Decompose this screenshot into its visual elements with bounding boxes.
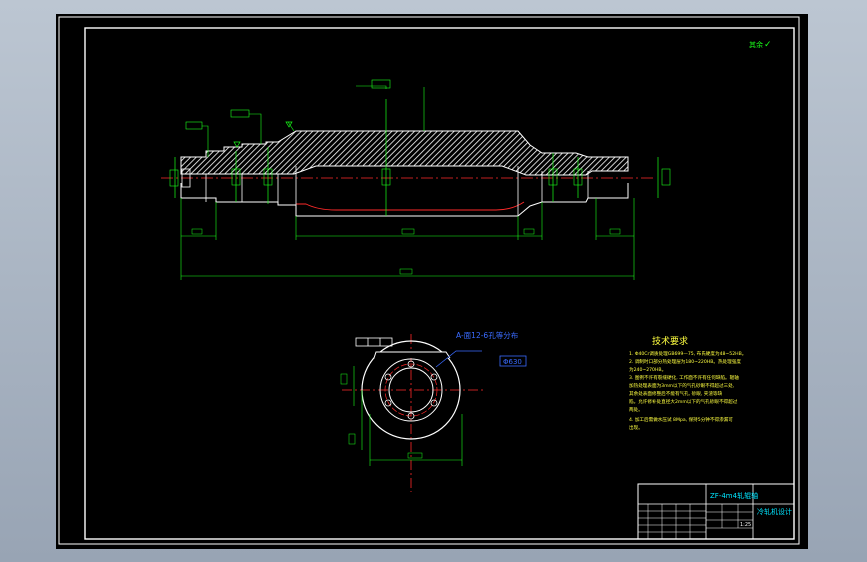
shaft-view [161,79,671,280]
tech-title: 技术要求 [652,335,688,347]
scale-value: 1:25 [740,522,751,528]
tech-line-3: 为240~270HB。 [629,366,666,373]
tech-line-1: 1. Φ40Cr调质处理GB699—75, 布氏硬度为48~52HB。 [629,350,746,357]
shaft-section-hatch [180,130,629,176]
part-name: ZF-4m4轧辊轴 [710,491,758,500]
cad-viewport[interactable]: 其余 ✓ A-面12-6孔等分布 Φ630 技术要求 1. Φ40Cr调质处理G… [56,14,808,549]
tech-line-5: 加热处理表面为3mm以下的气孔砂眼不得超过三处, [629,382,735,389]
roughness-symbol: ✓ [764,40,772,50]
tech-requirements: 技术要求 1. Φ40Cr调质处理GB699—75, 布氏硬度为48~52HB。… [629,335,746,431]
cad-drawing: 其余 ✓ A-面12-6孔等分布 Φ630 技术要求 1. Φ40Cr调质处理G… [58,16,800,545]
tech-line-2: 2. 调制时口部分热处理层为180~220HB。热处理强度 [629,358,741,365]
bore-curve [296,201,525,211]
outer-frame [58,16,800,545]
tech-line-9: 4. 加工后需做水压试 8Mpa, 保持5分钟不得渗漏可 [629,416,733,423]
drawing-name: 冷轧机设计 [757,507,792,516]
tech-line-10: 出现。 [629,424,643,431]
tech-line-8: 两处。 [629,406,643,413]
shaft-lower-outline [180,183,629,217]
section-box-label: Φ630 [503,358,522,366]
flange-view: A-面12-6孔等分布 Φ630 [340,330,527,492]
tech-line-7: 陷。允许修补处直径大2mm以下的气孔砂眼不得超过 [629,398,738,405]
section-label: A-面12-6孔等分布 [456,330,519,340]
tech-line-4: 3. 图例不许有裂缝硬化, 工作面不许有任何缺陷。辊轴 [629,374,739,381]
inner-frame [84,27,795,540]
corner-note: 其余 [749,40,763,49]
tech-line-6: 其余处表面修整后不能有气孔, 砂眼, 夹渣等缺 [629,390,723,397]
